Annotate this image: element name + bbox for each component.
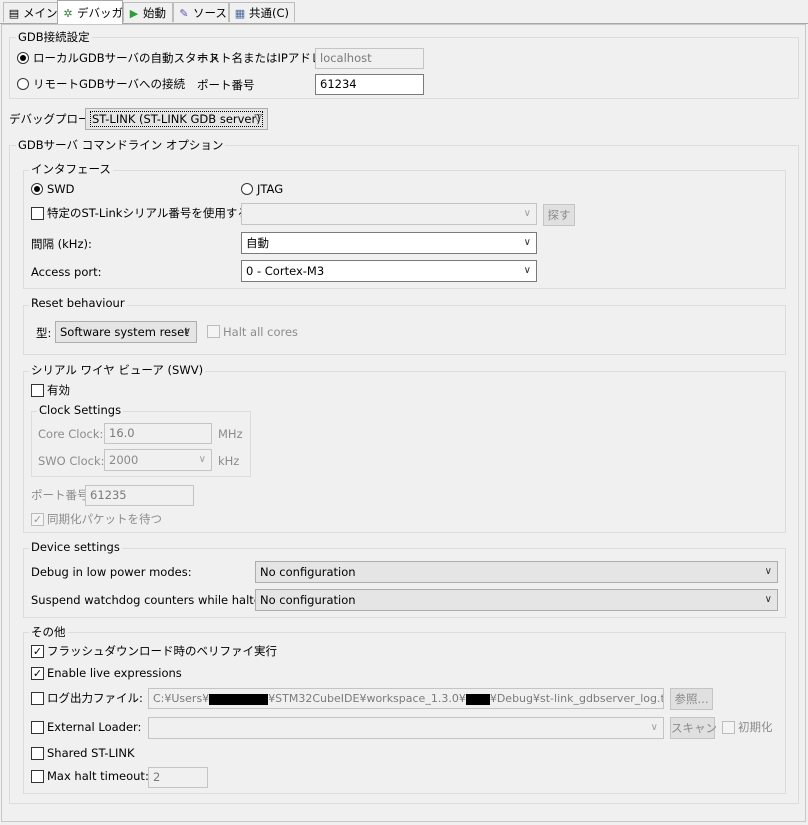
tab-main[interactable]: ▤ メイン <box>3 2 58 22</box>
low-power-select[interactable]: No configuration ∨ <box>255 561 778 583</box>
swv-enable-checkbox[interactable] <box>31 384 44 397</box>
gdb-connection-title: GDB接続設定 <box>16 29 92 45</box>
swo-clock-select[interactable]: 2000 ∨ <box>104 449 212 471</box>
init-checkbox[interactable] <box>722 721 735 734</box>
chevron-down-icon: ▽ <box>254 113 262 124</box>
log-file-label: ログ出力ファイル: <box>47 691 143 705</box>
device-settings-title: Device settings <box>29 540 122 554</box>
serial-number-checkbox[interactable] <box>31 207 44 220</box>
sync-packet-checkbox[interactable]: ✓ <box>31 513 44 526</box>
swd-label: SWD <box>47 182 75 196</box>
reset-type-label: 型: <box>36 326 52 340</box>
frequency-label: 間隔 (kHz): <box>31 237 92 251</box>
browse-button[interactable]: 参照... <box>670 688 713 710</box>
serial-number-select[interactable]: ∨ <box>241 203 537 225</box>
low-power-label: Debug in low power modes: <box>31 565 192 579</box>
swv-port-label: ポート番号 <box>31 488 89 502</box>
find-button[interactable]: 探す <box>543 204 575 226</box>
verify-label: フラッシュダウンロード時のベリファイ実行 <box>47 644 277 658</box>
frequency-select[interactable]: 自動 ∨ <box>241 232 537 254</box>
external-loader-checkbox[interactable] <box>31 721 44 734</box>
swo-clock-label: SWO Clock: <box>38 454 105 468</box>
swo-clock-unit: kHz <box>218 454 240 468</box>
external-loader-select[interactable]: ∨ <box>148 717 664 739</box>
reset-title: Reset behaviour <box>29 296 127 310</box>
bug-icon: ✲ <box>63 7 73 20</box>
redacted-username <box>209 693 269 705</box>
tab-debugger[interactable]: ✲ デバッガ <box>57 0 123 24</box>
swv-port-input[interactable]: 61235 <box>85 485 194 506</box>
serial-number-label: 特定のST-Linkシリアル番号を使用する <box>47 206 249 220</box>
watchdog-label: Suspend watchdog counters while halted: <box>31 593 273 607</box>
gdb-server-options-title: GDBサーバ コマンドライン オプション <box>16 137 226 153</box>
source-icon: ✎ <box>179 7 189 20</box>
remote-gdb-label: リモートGDBサーバへの接続 <box>33 77 186 91</box>
local-gdb-label: ローカルGDBサーバの自動スタート <box>33 51 220 65</box>
log-file-checkbox[interactable] <box>31 692 44 705</box>
common-icon: ▦ <box>234 7 246 20</box>
chevron-down-icon: ∨ <box>650 722 658 733</box>
chevron-down-icon: ∨ <box>523 265 531 276</box>
chevron-down-icon: ∨ <box>183 326 191 337</box>
chevron-down-icon: ∨ <box>198 454 206 465</box>
tab-source[interactable]: ✎ ソース <box>173 2 229 22</box>
port-label: ポート番号 <box>197 78 255 92</box>
shared-stlink-checkbox[interactable] <box>31 747 44 760</box>
core-clock-input[interactable]: 16.0 <box>104 423 212 444</box>
external-loader-label: External Loader: <box>47 720 142 734</box>
chevron-down-icon: ∨ <box>764 566 772 577</box>
play-icon: ▶ <box>129 7 139 20</box>
debug-probe-select[interactable]: ST-LINK (ST-LINK GDB server) ▽ <box>85 108 268 130</box>
core-clock-label: Core Clock: <box>38 427 104 441</box>
tab-bar: ▤ メイン ✲ デバッガ ▶ 始動 ✎ ソース ▦ 共通(C) <box>0 0 808 24</box>
interface-title: インタフェース <box>29 161 113 177</box>
port-input[interactable]: 61234 <box>315 74 424 95</box>
chevron-down-icon: ∨ <box>764 594 772 605</box>
redacted-project <box>465 693 490 705</box>
halt-all-cores-label: Halt all cores <box>223 325 299 339</box>
halt-all-cores-checkbox[interactable] <box>207 325 220 338</box>
other-title: その他 <box>29 624 68 640</box>
tab-common[interactable]: ▦ 共通(C) <box>229 2 295 22</box>
reset-type-select[interactable]: Software system reset ∨ <box>55 321 197 343</box>
document-icon: ▤ <box>8 7 20 20</box>
swv-enable-label: 有効 <box>47 383 70 397</box>
local-gdb-radio[interactable] <box>17 52 29 64</box>
access-port-select[interactable]: 0 - Cortex-M3 ∨ <box>241 260 537 282</box>
swd-radio[interactable] <box>31 183 43 195</box>
verify-checkbox[interactable]: ✓ <box>31 645 44 658</box>
live-expressions-checkbox[interactable]: ✓ <box>31 667 44 680</box>
watchdog-select[interactable]: No configuration ∨ <box>255 589 778 611</box>
access-port-label: Access port: <box>31 265 102 279</box>
host-label: ホスト名またはIPアドレス <box>197 51 334 65</box>
remote-gdb-radio[interactable] <box>17 78 29 90</box>
sync-packet-label: 同期化パケットを待つ <box>47 512 162 526</box>
host-input[interactable]: localhost <box>315 48 424 69</box>
chevron-down-icon: ∨ <box>523 237 531 248</box>
swv-title: シリアル ワイヤ ビューア (SWV) <box>29 362 206 378</box>
log-file-input[interactable]: C:¥Users¥ ¥STM32CubeIDE¥workspace_1.3.0¥ ¥… <box>148 688 664 709</box>
clock-settings-title: Clock Settings <box>37 403 124 417</box>
max-halt-timeout-input[interactable]: 2 <box>148 767 208 788</box>
chevron-down-icon: ∨ <box>523 208 531 219</box>
jtag-radio[interactable] <box>241 183 253 195</box>
jtag-label: JTAG <box>257 182 284 196</box>
scan-button[interactable]: スキャン <box>670 717 717 739</box>
init-label: 初期化 <box>738 720 773 734</box>
max-halt-timeout-checkbox[interactable] <box>31 770 44 783</box>
tab-startup[interactable]: ▶ 始動 <box>123 2 173 22</box>
live-expressions-label: Enable live expressions <box>47 666 182 680</box>
shared-stlink-label: Shared ST-LINK <box>47 746 135 760</box>
max-halt-timeout-label: Max halt timeout: <box>47 769 149 783</box>
core-clock-unit: MHz <box>218 427 243 441</box>
